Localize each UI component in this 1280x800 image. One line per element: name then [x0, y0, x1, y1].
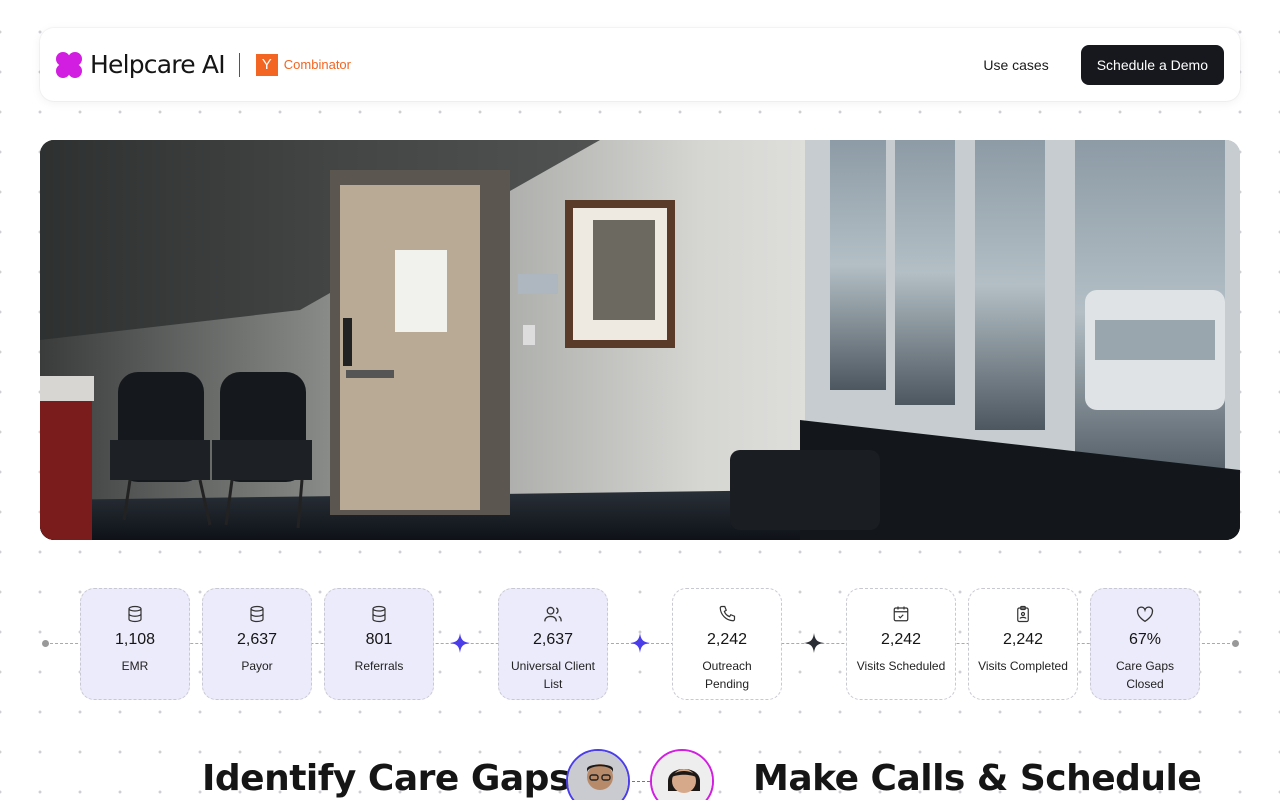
- use-cases-link[interactable]: Use cases: [983, 57, 1048, 73]
- stat-card-referrals: 801 Referrals: [324, 588, 434, 700]
- patient-flow: 1,108 EMR 2,637 Payor 801 Referrals 2,63…: [0, 588, 1280, 700]
- flow-end-dot: [1232, 640, 1239, 647]
- database-icon: [246, 603, 268, 625]
- sparkle-icon: [804, 633, 824, 653]
- phone-icon: [716, 603, 738, 625]
- schedule-demo-button[interactable]: Schedule a Demo: [1080, 44, 1224, 85]
- heart-icon: [1134, 603, 1156, 625]
- database-icon: [124, 603, 146, 625]
- stat-value: 1,108: [114, 631, 156, 648]
- yc-text: Combinator: [283, 57, 351, 72]
- avatar-woman: [650, 749, 714, 800]
- calendar-check-icon: [890, 603, 912, 625]
- stat-label: Outreach Pending: [702, 659, 752, 691]
- waiting-room-photo: [40, 140, 1240, 540]
- sparkle-icon: [630, 633, 650, 653]
- brand-divider: [238, 52, 240, 77]
- stat-label: Care Gaps Closed: [1115, 659, 1175, 691]
- database-icon: [368, 603, 390, 625]
- avatar-connector: [632, 781, 650, 782]
- hero-image: [40, 140, 1240, 540]
- stat-value: 2,242: [880, 631, 922, 648]
- stat-label: Payor: [241, 659, 273, 673]
- helpcare-logo-icon: [56, 51, 82, 78]
- stat-label: Visits Scheduled: [856, 659, 946, 673]
- stat-card-universal-client-list: 2,637 Universal Client List: [498, 588, 608, 700]
- yc-logo-icon: Y: [255, 53, 278, 76]
- stat-value: 2,242: [1002, 631, 1044, 648]
- stat-card-outreach-pending: 2,242 Outreach Pending: [672, 588, 782, 700]
- top-nav: Helpcare AI Y Combinator Use cases Sched…: [40, 28, 1240, 101]
- stat-value: 2,242: [706, 631, 748, 648]
- stat-label: Visits Completed: [978, 659, 1068, 673]
- stat-value: 2,637: [236, 631, 278, 648]
- stat-card-visits-completed: 2,242 Visits Completed: [968, 588, 1078, 700]
- stat-label: Universal Client List: [510, 659, 596, 691]
- stat-card-visits-scheduled: 2,242 Visits Scheduled: [846, 588, 956, 700]
- brand-name: Helpcare AI: [90, 50, 226, 79]
- users-icon: [542, 603, 564, 625]
- flow-start-dot: [42, 640, 49, 647]
- nav-actions: Use cases Schedule a Demo: [983, 44, 1224, 85]
- stat-card-payor: 2,637 Payor: [202, 588, 312, 700]
- stat-card-care-gaps-closed: 67% Care Gaps Closed: [1090, 588, 1200, 700]
- stat-label: Referrals: [354, 659, 404, 673]
- identify-care-gaps-heading: Identify Care Gaps: [202, 758, 570, 799]
- brand[interactable]: Helpcare AI: [56, 28, 226, 101]
- stat-value: 801: [365, 631, 393, 648]
- sparkle-icon: [450, 633, 470, 653]
- avatar-man: [566, 749, 630, 800]
- stat-value: 2,637: [532, 631, 574, 648]
- stat-label: EMR: [121, 659, 149, 673]
- stat-value: 67%: [1128, 631, 1162, 648]
- stat-card-emr: 1,108 EMR: [80, 588, 190, 700]
- clipboard-icon: [1012, 603, 1034, 625]
- make-calls-heading: Make Calls & Schedule: [753, 758, 1202, 799]
